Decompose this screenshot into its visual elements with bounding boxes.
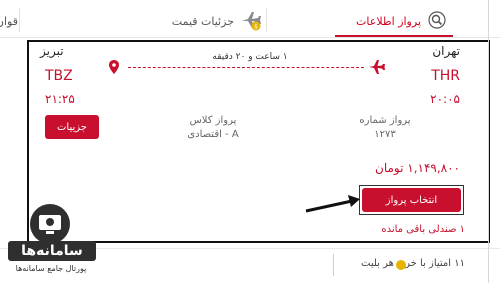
tab-rules[interactable]: قوان (0, 6, 18, 36)
brand-banner: سامانه‌ها (8, 241, 96, 261)
plane-dollar-icon: $ (240, 9, 262, 34)
tab-bar-divider (0, 37, 500, 38)
search-icon (427, 10, 447, 33)
location-pin-icon (108, 59, 120, 79)
details-button[interactable]: جزییات (45, 115, 99, 139)
select-flight-button-frame: انتخاب پرواز (359, 185, 464, 215)
brand-name: سامانه‌ها (21, 243, 83, 259)
right-border (488, 0, 489, 283)
select-flight-button[interactable]: انتخاب پرواز (362, 188, 461, 212)
origin-time: ۲۰:۰۵ (430, 92, 460, 106)
price: ۱,۱۴۹,۸۰۰ تومان (375, 161, 460, 175)
origin-city: تهران (432, 44, 460, 58)
plane-icon (368, 59, 386, 79)
tab-flight-info-label: پرواز اطلاعات (356, 14, 421, 28)
flight-class-label: پرواز کلاس (189, 115, 237, 126)
flight-path-line (128, 67, 364, 68)
flight-duration: ۱ ساعت و ۲۰ دقیقه (212, 52, 288, 62)
svg-text:$: $ (254, 23, 258, 30)
tab-rules-label: قوان (0, 14, 18, 28)
tab-price-details-label: جزئیات قیمت (171, 14, 234, 28)
brand-subtitle: پورتال جامع سامانه‌ها (15, 264, 87, 273)
seats-left: ۱ صندلی باقی مانده (381, 224, 465, 235)
dest-city: تبریز (40, 44, 64, 58)
dest-code: TBZ (45, 68, 73, 84)
watermark-logo: سامانه‌ها پورتال جامع سامانه‌ها (6, 204, 96, 278)
logo-circle (30, 204, 70, 244)
pointer-arrow-icon (305, 195, 360, 213)
flight-number: ۱۲۷۳ (374, 129, 396, 140)
tab-separator (266, 8, 267, 32)
tab-separator (19, 8, 20, 32)
tab-price-details[interactable]: $ جزئیات قیمت (140, 6, 262, 36)
coin-icon (395, 256, 407, 275)
vertical-divider (333, 254, 334, 276)
dest-time: ۲۱:۲۵ (45, 92, 75, 106)
tab-flight-info[interactable]: پرواز اطلاعات (335, 6, 447, 36)
points-text: ۱۱ امتیاز با خرید هر بلیت (361, 258, 465, 269)
flight-number-label: پرواز شماره (359, 115, 411, 126)
origin-code: THR (431, 68, 460, 84)
monitor-icon (39, 215, 61, 234)
flight-class-value: A - اقتصادی (187, 129, 239, 140)
